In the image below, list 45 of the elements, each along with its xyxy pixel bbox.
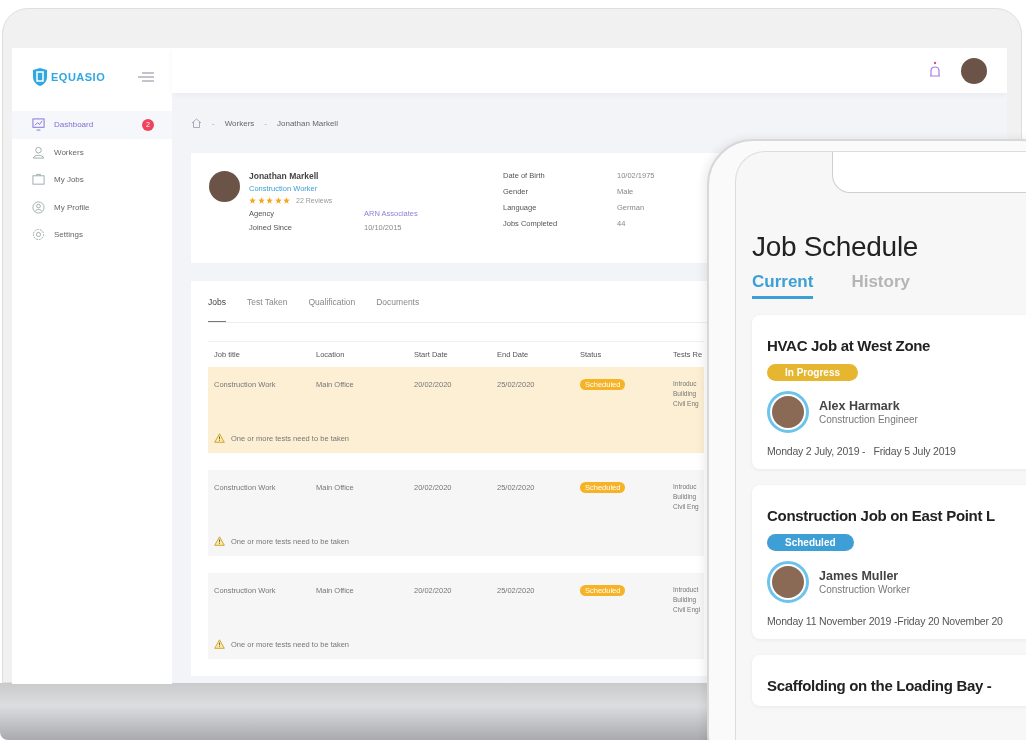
- tab[interactable]: Test Taken: [246, 297, 288, 322]
- tab[interactable]: Qualification: [308, 297, 356, 322]
- job-card[interactable]: HVAC Job at West Zone In Progress Alex Harmark Construction Engineer Monday 2 July, 2019 - Friday 5 July 2019: [752, 315, 1026, 469]
- user-circle-icon: [32, 200, 45, 214]
- date-range: Monday 2 July, 2019 - Friday 5 July 2019: [767, 445, 957, 457]
- job-title: HVAC Job at West Zone: [767, 337, 932, 354]
- job-title: Scaffolding on the Loading Bay -: [767, 677, 993, 694]
- shield-logo-icon: [32, 67, 48, 87]
- avatar-circle: [767, 391, 809, 433]
- breadcrumb-current: Jonathan Markell: [277, 118, 338, 128]
- breadcrumb-separator: -: [264, 118, 267, 128]
- date-range: Monday 11 November 2019 -Friday 20 November 20: [767, 615, 1004, 627]
- tab[interactable]: Current: [752, 272, 814, 299]
- sidebar-item[interactable]: Workers: [12, 138, 172, 166]
- worker-name: Alex Harmark: [819, 399, 901, 413]
- tab[interactable]: Jobs: [208, 297, 226, 322]
- menu-icon[interactable]: [138, 72, 154, 82]
- person-icon: [32, 145, 45, 159]
- sidebar-item[interactable]: Settings: [12, 221, 172, 249]
- warning-icon: [214, 639, 225, 649]
- worker-name: Jonathan Markell: [249, 171, 320, 181]
- worker-role: Construction Worker: [819, 584, 910, 595]
- warning-icon: [214, 433, 225, 443]
- avatar-circle[interactable]: [961, 57, 987, 84]
- chart-icon: [32, 118, 45, 132]
- logo-text: EQUASIO: [51, 71, 106, 83]
- breadcrumb-link[interactable]: Workers: [224, 118, 255, 128]
- breadcrumb-separator: -: [212, 118, 215, 128]
- avatar-circle: [209, 171, 240, 202]
- job-card[interactable]: Construction Job on East Point L Scheduled James Muller Construction Worker Monday 11 November 2019 -Friday 20 November 20: [752, 485, 1026, 639]
- home-icon[interactable]: [191, 118, 202, 128]
- worker-role: Construction Engineer: [819, 414, 918, 425]
- sidebar-item[interactable]: My Profile: [12, 193, 172, 221]
- warning-icon: [214, 536, 225, 546]
- job-title: Construction Job on East Point L: [767, 507, 996, 524]
- screen-title: Job Schedule: [752, 231, 920, 263]
- briefcase-icon: [32, 173, 45, 187]
- avatar-circle: [767, 561, 809, 603]
- status-badge: In Progress: [767, 364, 859, 381]
- gear-icon: [32, 228, 45, 242]
- tab[interactable]: Documents: [376, 297, 420, 322]
- status-badge: Scheduled: [767, 534, 854, 551]
- job-card[interactable]: Scaffolding on the Loading Bay -: [752, 655, 1026, 706]
- worker-name: James Muller: [819, 569, 900, 583]
- sidebar-item[interactable]: My Jobs: [12, 166, 172, 194]
